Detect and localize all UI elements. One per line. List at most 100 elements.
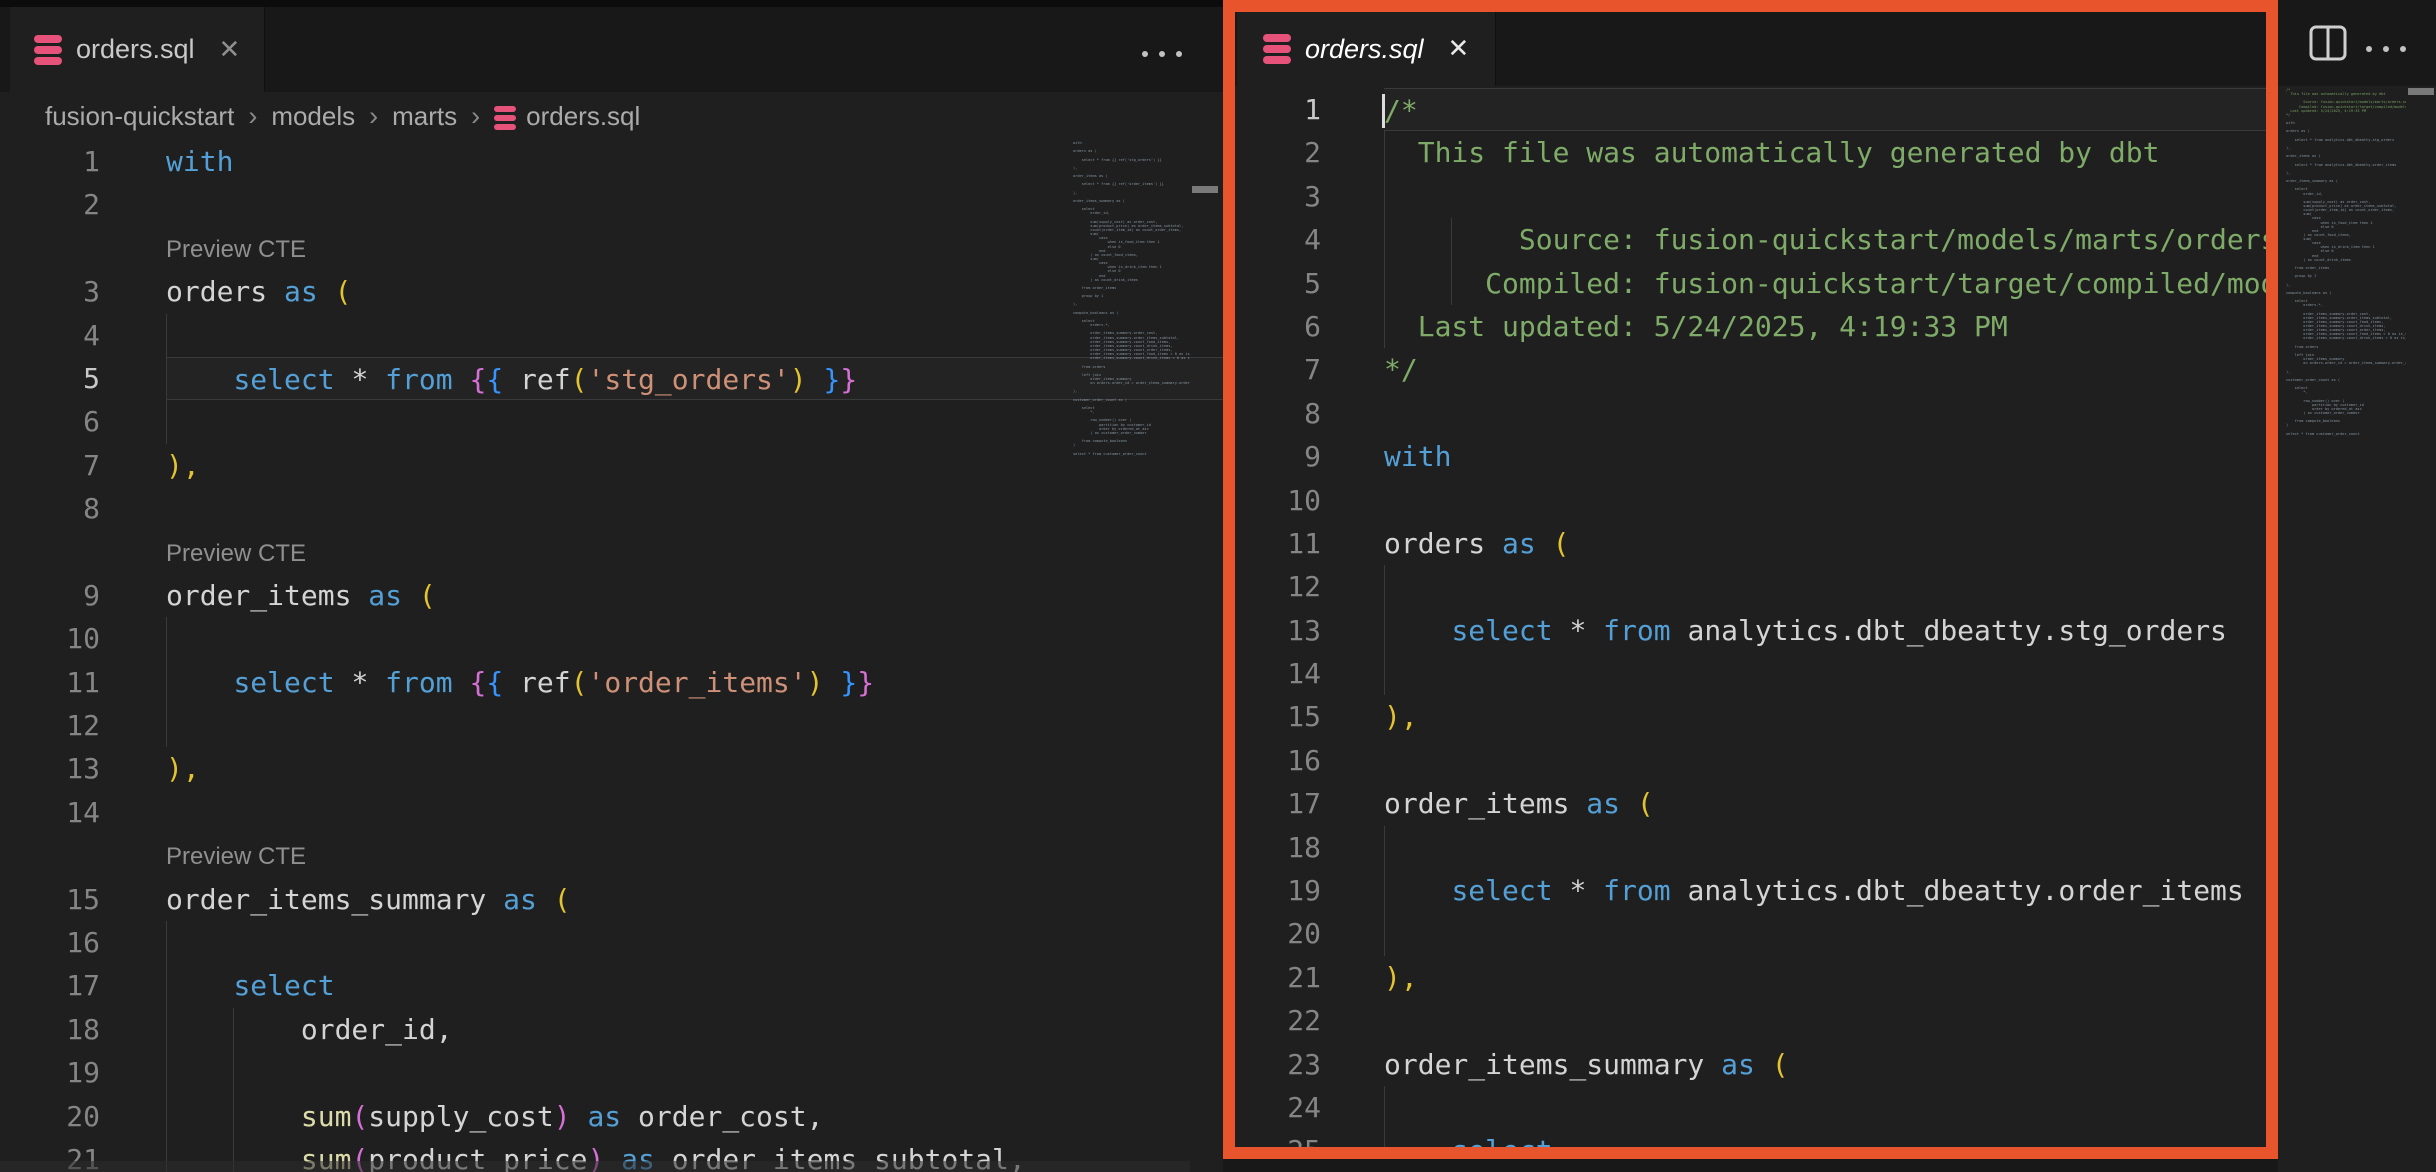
line-number[interactable]: 2 bbox=[0, 183, 100, 226]
code-line[interactable] bbox=[1384, 739, 2266, 782]
code-line[interactable] bbox=[1384, 392, 2266, 435]
code-line[interactable] bbox=[1384, 565, 2266, 608]
code-line[interactable]: with bbox=[1384, 435, 2266, 478]
split-editor-icon[interactable] bbox=[2308, 24, 2348, 62]
code-line[interactable]: order_items_summary as ( bbox=[166, 878, 1223, 921]
code-line[interactable]: /* bbox=[1384, 88, 2266, 131]
code-line[interactable] bbox=[166, 487, 1223, 530]
code-line[interactable]: This file was automatically generated by… bbox=[1384, 131, 2266, 174]
line-number[interactable]: 18 bbox=[1235, 826, 1321, 869]
line-number[interactable]: 16 bbox=[1235, 739, 1321, 782]
code-line[interactable] bbox=[1384, 999, 2266, 1042]
line-number[interactable]: 7 bbox=[1235, 348, 1321, 391]
codelens-preview-cte[interactable]: Preview CTE bbox=[0, 834, 306, 877]
breadcrumb-item-file[interactable]: orders.sql bbox=[526, 101, 640, 132]
code-line[interactable] bbox=[166, 617, 1223, 660]
code-line[interactable]: ), bbox=[166, 444, 1223, 487]
code-line[interactable]: orders as ( bbox=[166, 270, 1223, 313]
line-number[interactable]: 20 bbox=[1235, 912, 1321, 955]
code-line[interactable] bbox=[166, 921, 1223, 964]
code-line[interactable]: with bbox=[166, 140, 1223, 183]
line-number[interactable]: 14 bbox=[1235, 652, 1321, 695]
codelens-preview-cte[interactable]: Preview CTE bbox=[0, 531, 306, 574]
line-number[interactable]: 10 bbox=[1235, 479, 1321, 522]
line-number[interactable]: 6 bbox=[0, 400, 100, 443]
code-line[interactable]: select bbox=[1384, 1129, 2266, 1147]
horizontal-scrollbar[interactable] bbox=[0, 1161, 1190, 1172]
more-actions-icon[interactable] bbox=[1142, 51, 1182, 57]
code-line[interactable]: select * from {{ ref('stg_orders') }} bbox=[166, 357, 1223, 400]
left-code-editor[interactable]: 1with2Preview CTE3orders as (45 select *… bbox=[0, 140, 1223, 1172]
code-line[interactable] bbox=[166, 791, 1223, 834]
minimap[interactable]: withorders as ( select * from {{ ref('st… bbox=[1073, 141, 1190, 841]
code-line[interactable] bbox=[166, 183, 1223, 226]
tab-orders-sql-right-preview[interactable]: orders.sql ✕ bbox=[1237, 12, 1496, 86]
line-number[interactable]: 18 bbox=[0, 1008, 100, 1051]
code-line[interactable]: ), bbox=[166, 747, 1223, 790]
breadcrumb-item[interactable]: models bbox=[271, 101, 355, 132]
code-line[interactable]: order_items as ( bbox=[1384, 782, 2266, 825]
line-number[interactable]: 6 bbox=[1235, 305, 1321, 348]
line-number[interactable]: 8 bbox=[0, 487, 100, 530]
line-number[interactable]: 13 bbox=[1235, 609, 1321, 652]
code-line[interactable] bbox=[1384, 1086, 2266, 1129]
code-line[interactable]: select bbox=[166, 964, 1223, 1007]
code-line[interactable]: select * from {{ ref('order_items') }} bbox=[166, 661, 1223, 704]
code-line[interactable]: sum(supply_cost) as order_cost, bbox=[166, 1095, 1223, 1138]
line-number[interactable]: 2 bbox=[1235, 131, 1321, 174]
line-number[interactable]: 7 bbox=[0, 444, 100, 487]
line-number[interactable]: 15 bbox=[0, 878, 100, 921]
line-number[interactable]: 9 bbox=[0, 574, 100, 617]
right-code-editor[interactable]: 1 /* 2 This file was automatically generat… bbox=[1235, 86, 2266, 1147]
line-number[interactable]: 4 bbox=[0, 314, 100, 357]
line-number[interactable]: 1 bbox=[0, 140, 100, 183]
line-number[interactable]: 17 bbox=[0, 964, 100, 1007]
line-number[interactable]: 5 bbox=[0, 357, 100, 400]
code-line[interactable] bbox=[166, 314, 1223, 357]
close-icon[interactable]: ✕ bbox=[1448, 34, 1470, 64]
code-line[interactable]: order_items_summary as ( bbox=[1384, 1043, 2266, 1086]
code-line[interactable]: order_id, bbox=[166, 1008, 1223, 1051]
more-actions-icon[interactable] bbox=[2366, 46, 2406, 52]
line-number[interactable]: 8 bbox=[1235, 392, 1321, 435]
line-number[interactable]: 24 bbox=[1235, 1086, 1321, 1129]
line-number[interactable]: 12 bbox=[1235, 565, 1321, 608]
line-number[interactable]: 14 bbox=[0, 791, 100, 834]
line-number[interactable]: 15 bbox=[1235, 695, 1321, 738]
line-number[interactable]: 3 bbox=[1235, 175, 1321, 218]
minimap[interactable]: /* This file was automatically generated… bbox=[2286, 88, 2406, 788]
line-number[interactable]: 10 bbox=[0, 617, 100, 660]
line-number[interactable]: 16 bbox=[0, 921, 100, 964]
line-number[interactable]: 25 bbox=[1235, 1129, 1321, 1147]
breadcrumb-item[interactable]: fusion-quickstart bbox=[45, 101, 234, 132]
line-number[interactable]: 17 bbox=[1235, 782, 1321, 825]
code-line[interactable]: Source: fusion-quickstart/models/marts/o… bbox=[1384, 218, 2266, 261]
code-line[interactable] bbox=[166, 400, 1223, 443]
code-line[interactable]: orders as ( bbox=[1384, 522, 2266, 565]
code-line[interactable]: select * from analytics.dbt_dbeatty.orde… bbox=[1384, 869, 2266, 912]
line-number[interactable]: 9 bbox=[1235, 435, 1321, 478]
line-number[interactable]: 23 bbox=[1235, 1043, 1321, 1086]
close-icon[interactable]: ✕ bbox=[219, 35, 241, 65]
line-number[interactable]: 21 bbox=[1235, 956, 1321, 999]
line-number[interactable]: 19 bbox=[0, 1051, 100, 1094]
code-line[interactable]: */ bbox=[1384, 348, 2266, 391]
line-number[interactable]: 12 bbox=[0, 704, 100, 747]
line-number[interactable]: 20 bbox=[0, 1095, 100, 1138]
line-number[interactable]: 19 bbox=[1235, 869, 1321, 912]
line-number[interactable]: 3 bbox=[0, 270, 100, 313]
codelens-preview-cte[interactable]: Preview CTE bbox=[0, 227, 306, 270]
code-line[interactable] bbox=[166, 1051, 1223, 1094]
code-line[interactable] bbox=[1384, 826, 2266, 869]
code-line[interactable] bbox=[1384, 652, 2266, 695]
code-line[interactable]: Last updated: 5/24/2025, 4:19:33 PM bbox=[1384, 305, 2266, 348]
code-line[interactable]: order_items as ( bbox=[166, 574, 1223, 617]
line-number[interactable]: 22 bbox=[1235, 999, 1321, 1042]
breadcrumb-item[interactable]: marts bbox=[392, 101, 457, 132]
code-line[interactable] bbox=[1384, 912, 2266, 955]
code-line[interactable] bbox=[166, 704, 1223, 747]
code-line[interactable] bbox=[1384, 175, 2266, 218]
code-line[interactable]: Compiled: fusion-quickstart/target/compi… bbox=[1384, 262, 2266, 305]
line-number[interactable]: 1 bbox=[1235, 88, 1321, 131]
tab-orders-sql-left[interactable]: orders.sql ✕ bbox=[10, 7, 265, 92]
